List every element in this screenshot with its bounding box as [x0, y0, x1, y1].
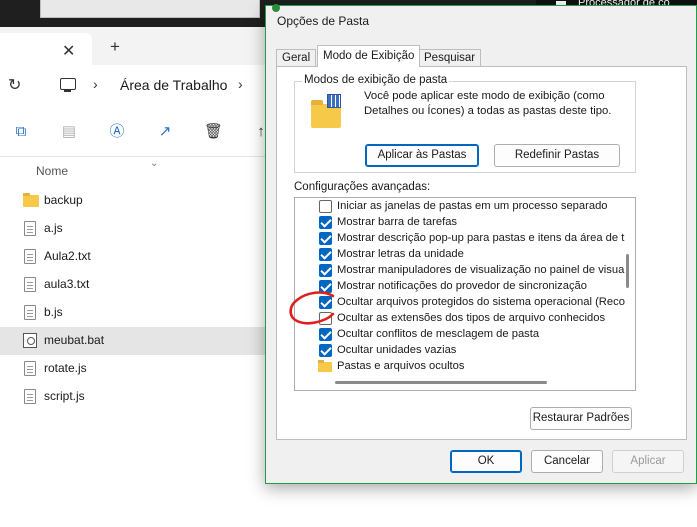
checkbox[interactable]	[319, 200, 332, 213]
sort-chevron-icon: ⌄	[150, 158, 159, 169]
breadcrumb-desktop[interactable]: Área de Trabalho	[120, 77, 227, 93]
file-row[interactable]: b.js	[0, 299, 270, 327]
file-name: Aula2.txt	[44, 249, 91, 263]
apply-button[interactable]: Aplicar	[612, 450, 684, 473]
advanced-setting-label: Mostrar letras da unidade	[337, 248, 464, 260]
advanced-setting-item[interactable]: Ocultar as extensões dos tipos de arquiv…	[295, 311, 615, 327]
tab-view[interactable]: Modo de Exibição	[317, 45, 421, 67]
file-icon	[24, 361, 36, 376]
view-tab-panel: Modos de exibição de pasta Você pode apl…	[276, 66, 687, 440]
cancel-button[interactable]: Cancelar	[531, 450, 603, 473]
file-name: a.js	[44, 221, 63, 235]
folder-options-dialog: Opções de Pasta Geral Modo de Exibição P…	[265, 4, 697, 484]
folder-views-group-label: Modos de exibição de pasta	[302, 74, 450, 86]
checkbox[interactable]	[319, 216, 332, 229]
file-list: backup a.js Aula2.txt aula3.txt b.js meubat.b…	[0, 187, 270, 411]
refresh-icon[interactable]: ↻	[8, 75, 21, 95]
file-row[interactable]: a.js	[0, 215, 270, 243]
explorer-tab[interactable]: ✕	[0, 33, 92, 65]
checkbox[interactable]	[319, 280, 332, 293]
advanced-setting-item[interactable]: Ocultar arquivos protegidos do sistema o…	[295, 295, 625, 311]
advanced-setting-item[interactable]: Mostrar notificações do provedor de sinc…	[295, 279, 615, 295]
horizontal-scrollbar[interactable]	[335, 381, 547, 384]
file-icon	[24, 389, 36, 404]
tab-general[interactable]: Geral	[276, 49, 317, 67]
close-tab-icon[interactable]: ✕	[62, 41, 75, 61]
tab-search[interactable]: Pesquisar	[418, 49, 482, 67]
advanced-setting-item[interactable]: Mostrar barra de tarefas	[295, 215, 615, 231]
chevron-right-icon[interactable]: ›	[238, 76, 243, 92]
new-tab-icon[interactable]: +	[110, 37, 120, 57]
advanced-setting-label: Ocultar unidades vazias	[337, 344, 457, 356]
file-row[interactable]: script.js	[0, 383, 270, 411]
file-name: backup	[44, 193, 83, 207]
file-name: aula3.txt	[44, 277, 90, 291]
copy-icon[interactable]: ⧉	[12, 123, 30, 141]
computer-icon[interactable]	[60, 78, 76, 92]
checkbox[interactable]	[319, 328, 332, 341]
file-row[interactable]: meubat.bat	[0, 327, 270, 355]
share-icon[interactable]: ↗	[156, 123, 174, 141]
advanced-setting-label: Mostrar manipuladores de visualização no…	[337, 264, 625, 276]
chevron-right-icon[interactable]: ›	[93, 76, 98, 92]
advanced-settings-label: Configurações avançadas:	[294, 181, 431, 193]
ok-button[interactable]: OK	[450, 450, 522, 473]
file-icon	[24, 221, 36, 236]
file-row[interactable]: Aula2.txt	[0, 243, 270, 271]
advanced-setting-label: Mostrar descrição pop-up para pastas e i…	[337, 232, 625, 244]
advanced-setting-label: Iniciar as janelas de pastas em um proce…	[337, 200, 608, 212]
advanced-setting-label: Ocultar as extensões dos tipos de arquiv…	[337, 312, 606, 324]
file-icon	[24, 249, 36, 264]
apply-to-folders-button[interactable]: Aplicar às Pastas	[365, 144, 479, 167]
folder-icon	[23, 193, 39, 207]
folder-view-icon	[311, 94, 341, 128]
column-name-label[interactable]: Nome	[36, 164, 68, 178]
advanced-setting-label: Ocultar arquivos protegidos do sistema o…	[337, 296, 625, 308]
advanced-settings-list[interactable]: Iniciar as janelas de pastas em um proce…	[294, 197, 636, 391]
window-icon	[272, 4, 280, 12]
advanced-setting-item[interactable]: Mostrar letras da unidade	[295, 247, 615, 263]
advanced-setting-item[interactable]: Ocultar conflitos de mesclagem de pasta	[295, 327, 615, 343]
file-icon	[24, 277, 36, 292]
checkbox[interactable]	[319, 264, 332, 277]
checkbox[interactable]	[319, 248, 332, 261]
file-row[interactable]: backup	[0, 187, 270, 215]
folder-icon	[318, 360, 332, 372]
file-name: script.js	[44, 389, 85, 403]
advanced-setting-label: Mostrar barra de tarefas	[337, 216, 458, 228]
checkbox[interactable]	[319, 312, 332, 325]
advanced-setting-label: Ocultar conflitos de mesclagem de pasta	[337, 328, 540, 340]
checkbox[interactable]	[319, 232, 332, 245]
file-name: meubat.bat	[44, 333, 105, 347]
restore-defaults-button[interactable]: Restaurar Padrões	[530, 407, 632, 430]
folder-views-group: Modos de exibição de pasta Você pode apl…	[294, 74, 636, 173]
advanced-setting-item[interactable]: Ocultar unidades vazias	[295, 343, 615, 359]
dialog-title: Opções de Pasta	[277, 14, 370, 28]
background-window-edge	[40, 0, 260, 18]
file-icon	[24, 305, 36, 320]
file-name: b.js	[44, 305, 63, 319]
checkbox[interactable]	[319, 344, 332, 357]
advanced-setting-item[interactable]: Mostrar manipuladores de visualização no…	[295, 263, 624, 279]
file-row[interactable]: aula3.txt	[0, 271, 270, 299]
file-row[interactable]: rotate.js	[0, 355, 270, 383]
advanced-setting-item[interactable]: Iniciar as janelas de pastas em um proce…	[295, 199, 615, 215]
delete-icon[interactable]: 🗑	[204, 123, 223, 141]
checkbox[interactable]	[319, 296, 332, 309]
advanced-setting-label: Pastas e arquivos ocultos	[337, 360, 465, 372]
dialog-titlebar[interactable]: Opções de Pasta	[266, 4, 696, 36]
folder-views-description: Você pode aplicar este modo de exibição …	[364, 90, 612, 117]
vertical-scrollbar[interactable]	[626, 254, 629, 288]
advanced-setting-item[interactable]: Pastas e arquivos ocultos	[295, 359, 615, 375]
paste-icon[interactable]: ▤	[60, 123, 78, 141]
column-header[interactable]: Nome ⌄	[0, 158, 270, 188]
batch-file-icon	[23, 333, 37, 348]
advanced-setting-item[interactable]: Mostrar descrição pop-up para pastas e i…	[295, 231, 624, 247]
reset-folders-button[interactable]: Redefinir Pastas	[494, 144, 620, 167]
file-name: rotate.js	[44, 361, 87, 375]
rename-icon[interactable]: Ⓐ	[108, 123, 126, 141]
advanced-setting-label: Mostrar notificações do provedor de sinc…	[337, 280, 587, 292]
